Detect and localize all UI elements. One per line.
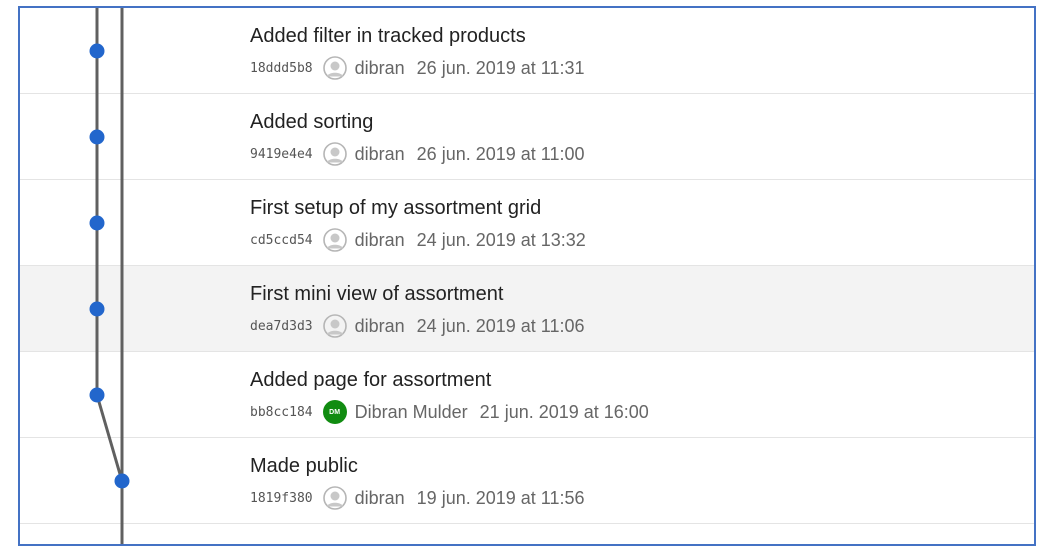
commit-hash[interactable]: 1819f380 — [250, 491, 313, 506]
commit-hash[interactable]: 18ddd5b8 — [250, 61, 313, 76]
commit-author: dibran — [354, 315, 405, 336]
commit-message: Added page for assortment — [250, 369, 492, 391]
commit-row[interactable]: Added page for assortment bb8cc184 DM Di… — [20, 352, 1034, 438]
commit-meta: dea7d3d3 dibran 24 jun. 2019 at 11:06 — [250, 313, 584, 339]
commit-row-selected[interactable]: First mini view of assortment dea7d3d3 d… — [20, 266, 1034, 352]
person-icon — [322, 228, 347, 252]
commit-row[interactable]: Added filter in tracked products 18ddd5b… — [20, 8, 1034, 94]
commit-date: 21 jun. 2019 at 16:00 — [479, 401, 649, 422]
initials-avatar: DM — [322, 400, 347, 424]
commit-date: 26 jun. 2019 at 11:00 — [416, 143, 585, 164]
commit-hash[interactable]: cd5ccd54 — [250, 233, 313, 248]
commit-message: First setup of my assortment grid — [250, 197, 542, 219]
commit-meta: bb8cc184 DM Dibran Mulder 21 jun. 2019 a… — [250, 399, 649, 425]
commit-meta: cd5ccd54 dibran 24 jun. 2019 at 13:32 — [250, 227, 586, 253]
person-icon — [322, 56, 347, 80]
commit-hash[interactable]: bb8cc184 — [250, 405, 313, 420]
commit-message: Added sorting — [250, 111, 374, 133]
commit-row[interactable]: Made public 1819f380 dibran 19 jun. 2019… — [20, 438, 1034, 524]
person-icon — [322, 314, 347, 338]
commit-author: Dibran Mulder — [354, 401, 468, 422]
commit-message: First mini view of assortment — [250, 283, 504, 305]
commit-history-panel: Added filter in tracked products 18ddd5b… — [18, 6, 1036, 546]
commit-date: 26 jun. 2019 at 11:31 — [416, 57, 585, 78]
commit-date: 24 jun. 2019 at 11:06 — [416, 315, 585, 336]
commit-author: dibran — [354, 229, 405, 250]
commit-hash[interactable]: dea7d3d3 — [250, 319, 313, 334]
commit-meta: 1819f380 dibran 19 jun. 2019 at 11:56 — [250, 485, 584, 511]
commit-date: 24 jun. 2019 at 13:32 — [416, 229, 586, 250]
commit-author: dibran — [354, 57, 405, 78]
commit-message: Added filter in tracked products — [250, 25, 526, 47]
commit-meta: 9419e4e4 dibran 26 jun. 2019 at 11:00 — [250, 141, 584, 167]
commit-message: Made public — [250, 455, 358, 477]
commit-row[interactable]: Added sorting 9419e4e4 dibran 26 jun. 20… — [20, 94, 1034, 180]
person-icon — [322, 142, 347, 166]
commit-date: 19 jun. 2019 at 11:56 — [416, 487, 585, 508]
commit-meta: 18ddd5b8 dibran 26 jun. 2019 at 11:31 — [250, 55, 584, 81]
commit-author: dibran — [354, 143, 405, 164]
commit-author: dibran — [354, 487, 405, 508]
commit-row[interactable]: First setup of my assortment grid cd5ccd… — [20, 180, 1034, 266]
person-icon — [322, 486, 347, 510]
commit-hash[interactable]: 9419e4e4 — [250, 147, 313, 162]
commit-list: Added filter in tracked products 18ddd5b… — [20, 8, 1034, 524]
